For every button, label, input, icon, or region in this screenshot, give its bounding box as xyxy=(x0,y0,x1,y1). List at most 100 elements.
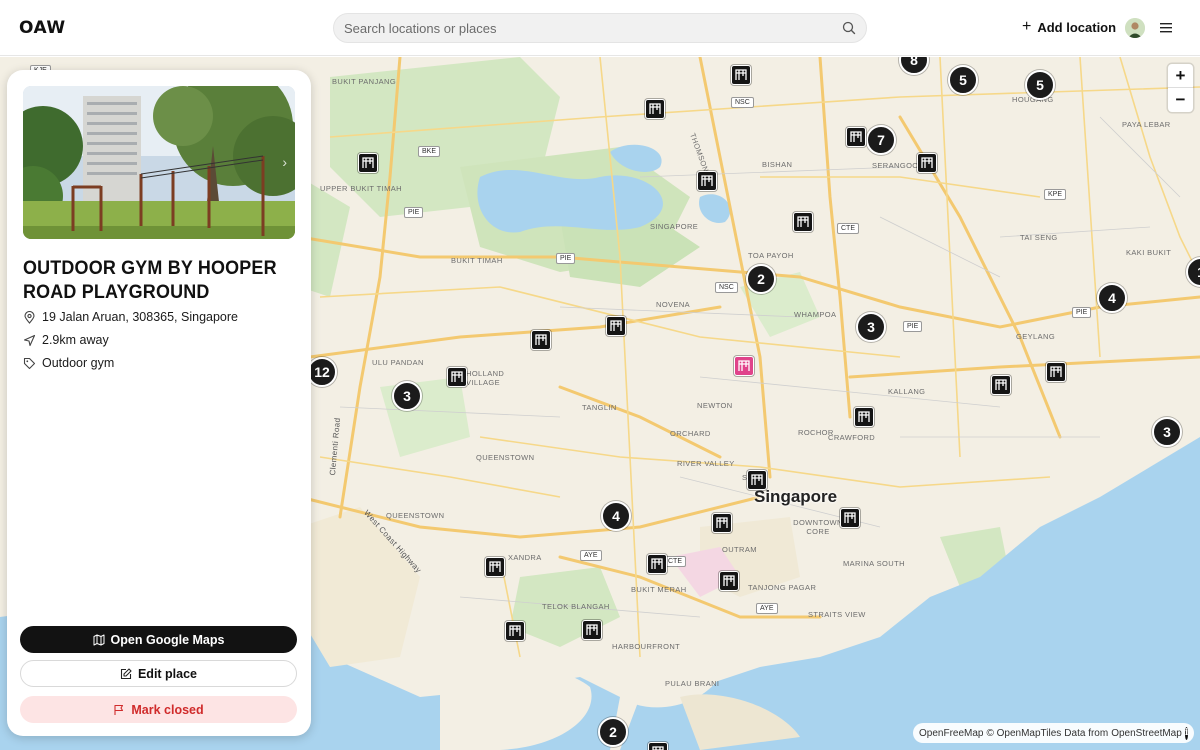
add-location-button[interactable]: + Add location xyxy=(1022,19,1116,35)
map-label-orchard: ORCHARD xyxy=(670,429,711,438)
cluster-marker[interactable]: 5 xyxy=(948,65,978,95)
edit-place-label: Edit place xyxy=(137,666,198,681)
map-label-outram: OUTRAM xyxy=(722,545,757,554)
road-shield-pie-3: PIE xyxy=(903,321,923,332)
zoom-controls: + − xyxy=(1168,64,1193,112)
cluster-marker[interactable]: 12 xyxy=(307,357,337,387)
cluster-marker[interactable]: 7 xyxy=(866,125,896,155)
cluster-marker[interactable]: 4 xyxy=(1097,283,1127,313)
gym-bar-icon xyxy=(921,157,933,168)
navigation-arrow-icon xyxy=(23,334,36,346)
map-label-upper-bukit-timah: UPPER BUKIT TIMAH xyxy=(320,184,402,193)
gym-pin[interactable] xyxy=(719,571,739,591)
gym-bar-icon xyxy=(716,517,728,528)
cluster-marker[interactable]: 2 xyxy=(746,264,776,294)
gym-pin[interactable] xyxy=(447,367,467,387)
search-icon[interactable] xyxy=(842,21,856,35)
place-detail-panel: › OUTDOOR GYM BY HOOPER ROAD PLAYGROUND … xyxy=(7,70,311,736)
map-label-harbourfront: HARBOURFRONT xyxy=(612,642,681,651)
gym-pin[interactable] xyxy=(647,554,667,574)
road-shield-cte-1: CTE xyxy=(837,223,859,234)
gym-pin[interactable] xyxy=(582,620,602,640)
zoom-in-button[interactable]: + xyxy=(1168,64,1193,88)
gym-pin[interactable] xyxy=(854,407,874,427)
gym-pin[interactable] xyxy=(731,65,751,85)
gym-pin[interactable] xyxy=(747,470,767,490)
gym-pin[interactable] xyxy=(697,171,717,191)
gym-pin[interactable] xyxy=(358,153,378,173)
gym-pin[interactable] xyxy=(917,153,937,173)
tag-icon xyxy=(23,357,36,369)
road-shield-pie-1: PIE xyxy=(404,207,424,218)
cluster-marker[interactable]: 5 xyxy=(1025,70,1055,100)
gym-pin[interactable] xyxy=(645,99,665,119)
gym-bar-icon xyxy=(723,575,735,586)
map-label-river-valley: RIVER VALLEY xyxy=(677,459,735,468)
map-label-paya-lebar: PAYA LEBAR xyxy=(1122,120,1171,129)
gym-bar-icon xyxy=(995,379,1007,390)
info-icon[interactable]: i xyxy=(1184,726,1189,740)
address-row: 19 Jalan Aruan, 308365, Singapore xyxy=(23,310,238,324)
selected-gym-pin[interactable] xyxy=(734,356,754,376)
map-label-holland-village: HOLLAND VILLAGE xyxy=(466,369,505,387)
map-attribution: OpenFreeMap © OpenMapTiles Data from Ope… xyxy=(913,723,1194,743)
search-bar[interactable] xyxy=(333,13,867,43)
gym-pin[interactable] xyxy=(793,212,813,232)
attribution-openmaptiles-link[interactable]: © OpenMapTiles xyxy=(986,728,1061,739)
gym-bar-icon xyxy=(1050,366,1062,377)
flag-icon xyxy=(114,704,124,715)
road-shield-nsc-2: NSC xyxy=(715,282,738,293)
app-logo[interactable]: OAW xyxy=(19,18,66,38)
mark-closed-button[interactable]: Mark closed xyxy=(20,696,297,723)
chevron-right-icon[interactable]: › xyxy=(282,154,287,170)
map-label-tanglin: TANGLIN xyxy=(582,403,617,412)
gym-bar-icon xyxy=(858,411,870,422)
gym-bar-icon xyxy=(751,474,763,485)
attribution-data-from: Data from xyxy=(1064,727,1109,739)
map-label-alexandra: XANDRA xyxy=(508,553,542,562)
hamburger-menu-icon[interactable] xyxy=(1160,22,1172,33)
map-label-bishan: BISHAN xyxy=(762,160,793,169)
gym-pin[interactable] xyxy=(846,127,866,147)
gym-pin[interactable] xyxy=(505,621,525,641)
gym-pin[interactable] xyxy=(606,316,626,336)
search-input[interactable] xyxy=(344,18,834,38)
edit-place-button[interactable]: Edit place xyxy=(20,660,297,687)
gym-bar-icon xyxy=(651,558,663,569)
map-label-geylang: GEYLANG xyxy=(1016,332,1056,341)
cluster-marker[interactable]: 3 xyxy=(392,381,422,411)
map-label-singapore-small: SINGAPORE xyxy=(650,222,699,231)
map-label-straits-view: STRAITS VIEW xyxy=(808,610,866,619)
add-location-label: Add location xyxy=(1037,19,1117,35)
gym-pin[interactable] xyxy=(648,742,668,750)
road-shield-aye-1: AYE xyxy=(580,550,602,561)
map-label-kaki-bukit: KAKI BUKIT xyxy=(1126,248,1172,257)
place-photo[interactable]: › xyxy=(23,86,295,239)
gym-bar-icon xyxy=(652,746,664,750)
cluster-marker[interactable]: 3 xyxy=(856,312,886,342)
map-label-whampoa: WHAMPOA xyxy=(794,310,837,319)
avatar[interactable] xyxy=(1125,18,1145,38)
gym-pin[interactable] xyxy=(840,508,860,528)
map-label-city-singapore: Singapore xyxy=(754,487,838,506)
map-label-toa-payoh: TOA PAYOH xyxy=(748,251,794,260)
map-label-crawford: CRAWFORD xyxy=(828,433,876,442)
open-google-maps-button[interactable]: Open Google Maps xyxy=(20,626,297,653)
gym-pin[interactable] xyxy=(712,513,732,533)
cluster-marker[interactable]: 4 xyxy=(601,501,631,531)
gym-bar-icon xyxy=(649,103,661,114)
attribution-openfreemap-link[interactable]: OpenFreeMap xyxy=(919,728,983,739)
gym-pin[interactable] xyxy=(531,330,551,350)
map-label-ulu-pandan: ULU PANDAN xyxy=(372,358,424,367)
gym-bar-icon xyxy=(586,624,598,635)
gym-pin[interactable] xyxy=(485,557,505,577)
attribution-osm-link[interactable]: OpenStreetMap xyxy=(1111,728,1182,739)
cluster-marker[interactable]: 3 xyxy=(1152,417,1182,447)
gym-pin[interactable] xyxy=(991,375,1011,395)
category-row: Outdoor gym xyxy=(23,356,114,370)
cluster-marker[interactable]: 2 xyxy=(598,717,628,747)
map-label-queenstown-1: QUEENSTOWN xyxy=(476,453,535,462)
zoom-out-button[interactable]: − xyxy=(1168,88,1193,112)
gym-bar-icon xyxy=(844,512,856,523)
gym-pin[interactable] xyxy=(1046,362,1066,382)
